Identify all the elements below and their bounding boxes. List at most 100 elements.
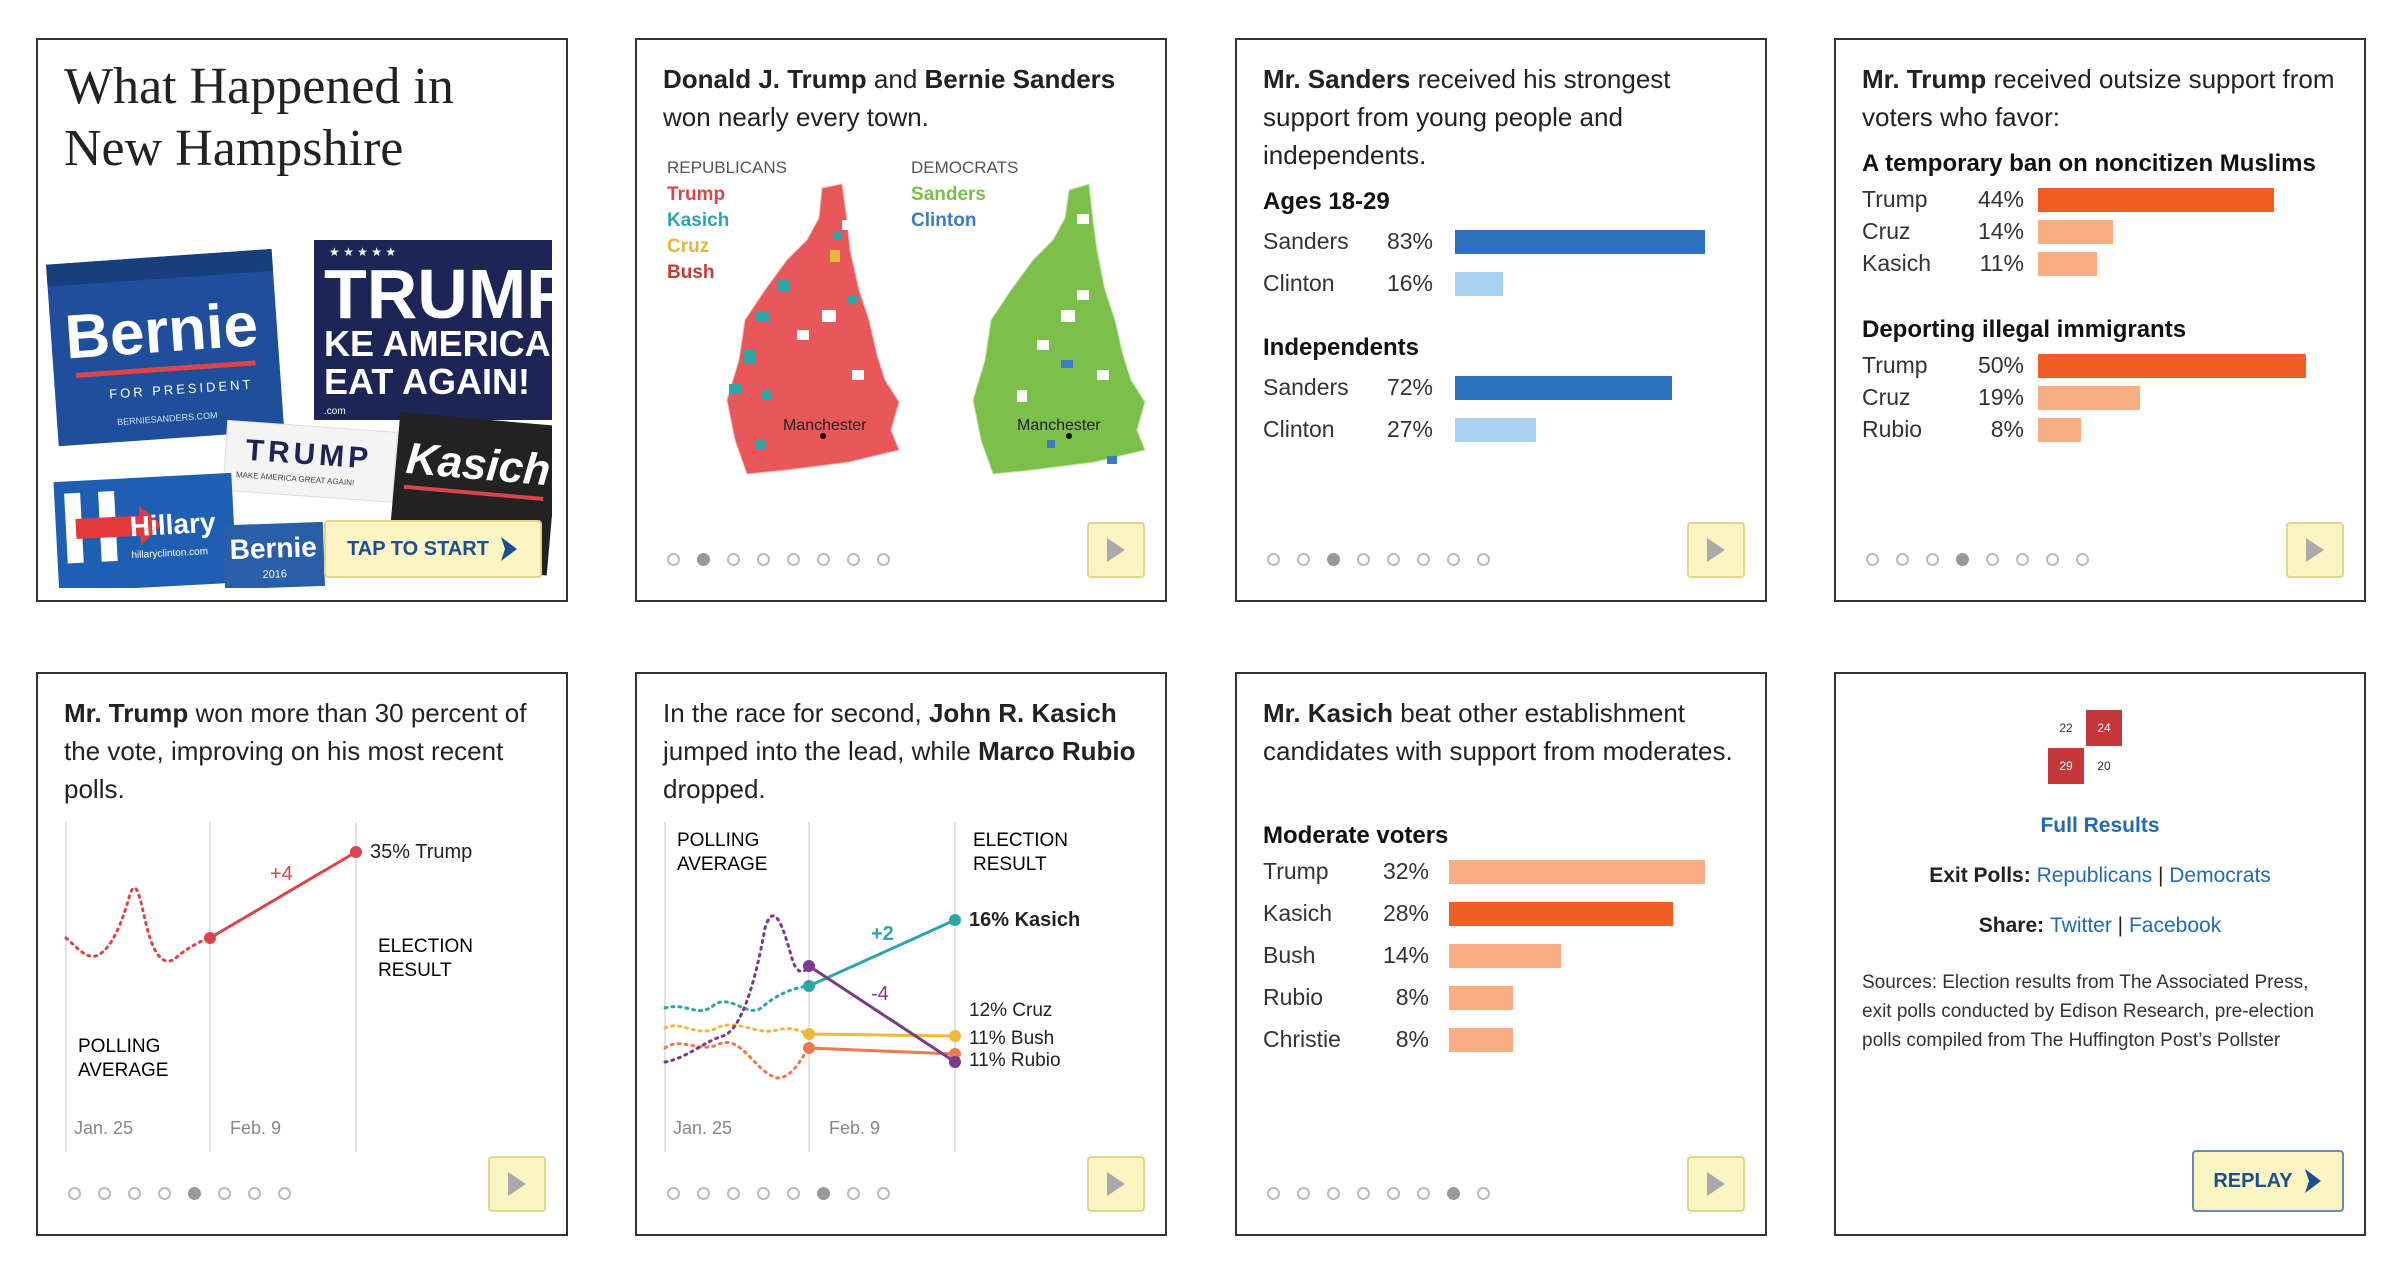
svg-text:RESULT: RESULT (378, 960, 452, 981)
progress-dot-4[interactable] (158, 1187, 171, 1200)
group-title: Independents (1263, 334, 1420, 361)
next-button[interactable] (488, 1156, 546, 1212)
bar (2038, 354, 2306, 378)
bar-row-kasich: Kasich 11% (1862, 250, 2342, 278)
group-title: Deporting illegal immigrants (1862, 316, 2187, 343)
progress-dot-2[interactable] (1896, 553, 1909, 566)
progress-dot-8[interactable] (2076, 553, 2089, 566)
final-card[interactable]: 22 24 29 20 Full Results Exit Polls: Rep… (1834, 672, 2366, 1236)
trump-sign-text: TRUMP (324, 255, 552, 333)
race-second-chart: POLLING AVERAGE ELECTION RESULT +2 -4 16… (663, 822, 1080, 1152)
next-button[interactable] (1087, 522, 1145, 578)
progress-dot-4[interactable] (757, 553, 770, 566)
next-button[interactable] (1687, 1156, 1745, 1212)
progress-dots (1267, 553, 1490, 566)
progress-dot-1[interactable] (1267, 553, 1280, 566)
progress-dot-3[interactable] (727, 1187, 740, 1200)
progress-dot-7[interactable] (1447, 1187, 1460, 1200)
progress-dot-7[interactable] (847, 1187, 860, 1200)
kasich-card[interactable]: Mr. Kasich beat other establishment cand… (1235, 672, 1767, 1236)
bar-row-rubio: Rubio 8% (1263, 984, 1743, 1012)
progress-dot-8[interactable] (278, 1187, 291, 1200)
exit-polls-republicans-link[interactable]: Republicans (2037, 864, 2153, 887)
bar-percent: 27% (1386, 416, 1433, 442)
bar (1449, 902, 1673, 926)
progress-dot-2[interactable] (98, 1187, 111, 1200)
intro-title: What Happened in New Hampshire (64, 58, 454, 177)
kasich-change-label: +2 (871, 923, 894, 945)
trump-line-card[interactable]: Mr. Trump won more than 30 percent of th… (36, 672, 568, 1236)
progress-dot-6[interactable] (1417, 553, 1430, 566)
next-button[interactable] (2286, 522, 2344, 578)
progress-dot-3[interactable] (727, 553, 740, 566)
replay-label: REPLAY (2213, 1169, 2293, 1192)
progress-dot-5[interactable] (188, 1187, 201, 1200)
progress-dot-1[interactable] (68, 1187, 81, 1200)
bar (2038, 220, 2113, 244)
arrow-right-icon (2306, 538, 2324, 562)
progress-dot-1[interactable] (1267, 1187, 1280, 1200)
bar-row-clinton: Clinton 27% (1263, 416, 1743, 444)
progress-dot-6[interactable] (218, 1187, 231, 1200)
progress-dot-7[interactable] (248, 1187, 261, 1200)
progress-dot-7[interactable] (2046, 553, 2059, 566)
progress-dot-5[interactable] (787, 1187, 800, 1200)
progress-dots (68, 1187, 291, 1200)
progress-dot-8[interactable] (877, 1187, 890, 1200)
arrow-right-icon (1707, 538, 1725, 562)
progress-dot-3[interactable] (1327, 1187, 1340, 1200)
progress-dot-3[interactable] (1327, 553, 1340, 566)
progress-dot-4[interactable] (1357, 553, 1370, 566)
progress-dot-4[interactable] (1357, 1187, 1370, 1200)
full-results-link[interactable]: Full Results (2040, 814, 2159, 837)
progress-dot-4[interactable] (757, 1187, 770, 1200)
progress-dot-5[interactable] (1986, 553, 1999, 566)
next-button[interactable] (1687, 522, 1745, 578)
tap-to-start-button[interactable]: TAP TO START (324, 520, 542, 578)
new-hampshire-maps: Manchester Manchester (726, 183, 1146, 475)
svg-text:Jan. 25: Jan. 25 (74, 1118, 133, 1138)
bar-row-cruz: Cruz 19% (1862, 384, 2342, 412)
progress-dot-8[interactable] (1477, 1187, 1490, 1200)
progress-dot-8[interactable] (877, 553, 890, 566)
bar-row-rubio: Rubio 8% (1862, 416, 2342, 444)
progress-dot-6[interactable] (2016, 553, 2029, 566)
progress-dot-5[interactable] (1387, 1187, 1400, 1200)
progress-dot-6[interactable] (817, 553, 830, 566)
race-second-card[interactable]: In the race for second, John R. Kasich j… (635, 672, 1167, 1236)
progress-dot-4[interactable] (1956, 553, 1969, 566)
progress-dot-2[interactable] (1297, 553, 1310, 566)
intro-card[interactable]: What Happened in New Hampshire Bernie FO… (36, 38, 568, 602)
progress-dot-7[interactable] (847, 553, 860, 566)
progress-dot-3[interactable] (128, 1187, 141, 1200)
bar-percent: 72% (1386, 374, 1433, 400)
progress-dot-8[interactable] (1477, 553, 1490, 566)
progress-dot-7[interactable] (1447, 553, 1460, 566)
bar (1455, 418, 1536, 442)
group-title: Moderate voters (1263, 822, 1449, 849)
progress-dot-1[interactable] (667, 553, 680, 566)
share-facebook-link[interactable]: Facebook (2129, 914, 2221, 937)
svg-text:Hillary: Hillary (129, 507, 217, 542)
bar-row-kasich: Kasich 28% (1263, 900, 1743, 928)
exit-polls-democrats-link[interactable]: Democrats (2169, 864, 2271, 887)
progress-dot-3[interactable] (1926, 553, 1939, 566)
bar-percent: 8% (1395, 1026, 1429, 1052)
progress-dot-2[interactable] (697, 1187, 710, 1200)
progress-dot-5[interactable] (1387, 553, 1400, 566)
progress-dot-2[interactable] (697, 553, 710, 566)
progress-dot-6[interactable] (1417, 1187, 1430, 1200)
next-button[interactable] (1087, 1156, 1145, 1212)
sanders-card[interactable]: Mr. Sanders received his strongest suppo… (1235, 38, 1767, 602)
republican-map: Manchester (726, 183, 900, 475)
maps-card[interactable]: Donald J. Trump and Bernie Sanders won n… (635, 38, 1167, 602)
progress-dot-5[interactable] (787, 553, 800, 566)
progress-dot-1[interactable] (667, 1187, 680, 1200)
bar-row-clinton: Clinton 16% (1263, 270, 1743, 298)
trump-support-card[interactable]: Mr. Trump received outsize support from … (1834, 38, 2366, 602)
progress-dot-2[interactable] (1297, 1187, 1310, 1200)
share-twitter-link[interactable]: Twitter (2050, 914, 2112, 937)
replay-button[interactable]: REPLAY (2192, 1150, 2344, 1212)
progress-dot-1[interactable] (1866, 553, 1879, 566)
progress-dot-6[interactable] (817, 1187, 830, 1200)
